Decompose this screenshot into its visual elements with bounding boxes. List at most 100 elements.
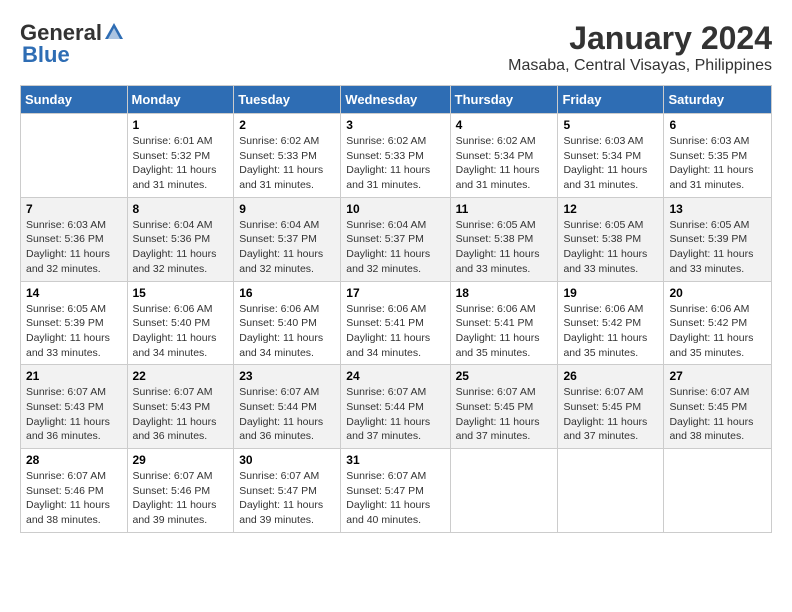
day-number: 24 <box>346 369 444 383</box>
day-number: 17 <box>346 286 444 300</box>
day-cell: 11 Sunrise: 6:05 AM Sunset: 5:38 PM Dayli… <box>450 197 558 281</box>
day-number: 20 <box>669 286 766 300</box>
col-header-wednesday: Wednesday <box>341 86 450 114</box>
col-header-thursday: Thursday <box>450 86 558 114</box>
day-info: Sunrise: 6:07 AM Sunset: 5:47 PM Dayligh… <box>346 469 444 528</box>
day-cell: 4 Sunrise: 6:02 AM Sunset: 5:34 PM Daylig… <box>450 114 558 198</box>
day-cell: 30Sunrise: 6:07 AM Sunset: 5:47 PM Dayli… <box>234 449 341 533</box>
day-cell: 12 Sunrise: 6:05 AM Sunset: 5:38 PM Dayli… <box>558 197 664 281</box>
day-info: Sunrise: 6:06 AM Sunset: 5:42 PM Dayligh… <box>563 302 658 361</box>
day-cell <box>450 449 558 533</box>
col-header-saturday: Saturday <box>664 86 772 114</box>
day-cell: 16Sunrise: 6:06 AM Sunset: 5:40 PM Dayli… <box>234 281 341 365</box>
day-info: Sunrise: 6:01 AM Sunset: 5:32 PM Dayligh… <box>133 134 229 193</box>
day-cell: 24 Sunrise: 6:07 AM Sunset: 5:44 PM Dayli… <box>341 365 450 449</box>
day-cell: 26 Sunrise: 6:07 AM Sunset: 5:45 PM Dayli… <box>558 365 664 449</box>
day-cell: 18 Sunrise: 6:06 AM Sunset: 5:41 PM Dayli… <box>450 281 558 365</box>
day-cell: 20Sunrise: 6:06 AM Sunset: 5:42 PM Dayli… <box>664 281 772 365</box>
day-cell: 14Sunrise: 6:05 AM Sunset: 5:39 PM Dayli… <box>21 281 128 365</box>
day-number: 4 <box>456 118 553 132</box>
day-number: 12 <box>563 202 658 216</box>
day-number: 18 <box>456 286 553 300</box>
week-row-2: 7Sunrise: 6:03 AM Sunset: 5:36 PM Daylig… <box>21 197 772 281</box>
day-info: Sunrise: 6:03 AM Sunset: 5:35 PM Dayligh… <box>669 134 766 193</box>
week-row-4: 21 Sunrise: 6:07 AM Sunset: 5:43 PM Dayli… <box>21 365 772 449</box>
day-cell: 29 Sunrise: 6:07 AM Sunset: 5:46 PM Dayli… <box>127 449 234 533</box>
day-info: Sunrise: 6:07 AM Sunset: 5:43 PM Dayligh… <box>133 385 229 444</box>
day-info: Sunrise: 6:07 AM Sunset: 5:46 PM Dayligh… <box>133 469 229 528</box>
day-number: 29 <box>133 453 229 467</box>
day-cell: 25 Sunrise: 6:07 AM Sunset: 5:45 PM Dayli… <box>450 365 558 449</box>
day-cell: 27 Sunrise: 6:07 AM Sunset: 5:45 PM Dayli… <box>664 365 772 449</box>
day-info: Sunrise: 6:05 AM Sunset: 5:38 PM Dayligh… <box>563 218 658 277</box>
day-cell: 5Sunrise: 6:03 AM Sunset: 5:34 PM Daylig… <box>558 114 664 198</box>
day-info: Sunrise: 6:06 AM Sunset: 5:40 PM Dayligh… <box>239 302 335 361</box>
day-cell: 10 Sunrise: 6:04 AM Sunset: 5:37 PM Dayli… <box>341 197 450 281</box>
logo-icon <box>103 21 125 43</box>
day-number: 5 <box>563 118 658 132</box>
day-info: Sunrise: 6:05 AM Sunset: 5:38 PM Dayligh… <box>456 218 553 277</box>
day-cell: 22Sunrise: 6:07 AM Sunset: 5:43 PM Dayli… <box>127 365 234 449</box>
day-info: Sunrise: 6:07 AM Sunset: 5:45 PM Dayligh… <box>669 385 766 444</box>
day-info: Sunrise: 6:02 AM Sunset: 5:33 PM Dayligh… <box>239 134 335 193</box>
day-cell <box>664 449 772 533</box>
day-info: Sunrise: 6:05 AM Sunset: 5:39 PM Dayligh… <box>669 218 766 277</box>
day-info: Sunrise: 6:02 AM Sunset: 5:34 PM Dayligh… <box>456 134 553 193</box>
day-number: 15 <box>133 286 229 300</box>
day-info: Sunrise: 6:07 AM Sunset: 5:44 PM Dayligh… <box>239 385 335 444</box>
header-row: SundayMondayTuesdayWednesdayThursdayFrid… <box>21 86 772 114</box>
day-info: Sunrise: 6:07 AM Sunset: 5:44 PM Dayligh… <box>346 385 444 444</box>
day-number: 23 <box>239 369 335 383</box>
day-number: 28 <box>26 453 122 467</box>
day-cell: 6 Sunrise: 6:03 AM Sunset: 5:35 PM Daylig… <box>664 114 772 198</box>
day-number: 26 <box>563 369 658 383</box>
week-row-3: 14Sunrise: 6:05 AM Sunset: 5:39 PM Dayli… <box>21 281 772 365</box>
page-subtitle: Masaba, Central Visayas, Philippines <box>508 57 772 75</box>
day-cell: 17 Sunrise: 6:06 AM Sunset: 5:41 PM Dayli… <box>341 281 450 365</box>
day-info: Sunrise: 6:07 AM Sunset: 5:45 PM Dayligh… <box>456 385 553 444</box>
day-info: Sunrise: 6:07 AM Sunset: 5:47 PM Dayligh… <box>239 469 335 528</box>
day-number: 9 <box>239 202 335 216</box>
day-info: Sunrise: 6:06 AM Sunset: 5:40 PM Dayligh… <box>133 302 229 361</box>
title-block: January 2024 Masaba, Central Visayas, Ph… <box>508 20 772 75</box>
day-info: Sunrise: 6:04 AM Sunset: 5:37 PM Dayligh… <box>346 218 444 277</box>
day-cell: 9 Sunrise: 6:04 AM Sunset: 5:37 PM Daylig… <box>234 197 341 281</box>
week-row-5: 28 Sunrise: 6:07 AM Sunset: 5:46 PM Dayli… <box>21 449 772 533</box>
day-info: Sunrise: 6:05 AM Sunset: 5:39 PM Dayligh… <box>26 302 122 361</box>
logo-blue: Blue <box>22 42 70 68</box>
day-cell: 21 Sunrise: 6:07 AM Sunset: 5:43 PM Dayli… <box>21 365 128 449</box>
day-number: 25 <box>456 369 553 383</box>
day-info: Sunrise: 6:06 AM Sunset: 5:41 PM Dayligh… <box>456 302 553 361</box>
day-cell: 15 Sunrise: 6:06 AM Sunset: 5:40 PM Dayli… <box>127 281 234 365</box>
day-number: 21 <box>26 369 122 383</box>
day-number: 6 <box>669 118 766 132</box>
day-info: Sunrise: 6:07 AM Sunset: 5:45 PM Dayligh… <box>563 385 658 444</box>
day-info: Sunrise: 6:03 AM Sunset: 5:36 PM Dayligh… <box>26 218 122 277</box>
day-number: 19 <box>563 286 658 300</box>
day-number: 3 <box>346 118 444 132</box>
day-number: 27 <box>669 369 766 383</box>
day-number: 8 <box>133 202 229 216</box>
day-number: 1 <box>133 118 229 132</box>
day-number: 31 <box>346 453 444 467</box>
day-number: 11 <box>456 202 553 216</box>
page-header: General Blue January 2024 Masaba, Centra… <box>20 20 772 75</box>
day-cell: 2Sunrise: 6:02 AM Sunset: 5:33 PM Daylig… <box>234 114 341 198</box>
day-cell: 28 Sunrise: 6:07 AM Sunset: 5:46 PM Dayli… <box>21 449 128 533</box>
day-cell: 13 Sunrise: 6:05 AM Sunset: 5:39 PM Dayli… <box>664 197 772 281</box>
calendar-table: SundayMondayTuesdayWednesdayThursdayFrid… <box>20 85 772 533</box>
logo: General Blue <box>20 20 125 68</box>
day-info: Sunrise: 6:07 AM Sunset: 5:46 PM Dayligh… <box>26 469 122 528</box>
day-info: Sunrise: 6:04 AM Sunset: 5:37 PM Dayligh… <box>239 218 335 277</box>
day-cell: 1 Sunrise: 6:01 AM Sunset: 5:32 PM Daylig… <box>127 114 234 198</box>
day-number: 13 <box>669 202 766 216</box>
day-info: Sunrise: 6:06 AM Sunset: 5:41 PM Dayligh… <box>346 302 444 361</box>
col-header-friday: Friday <box>558 86 664 114</box>
day-number: 10 <box>346 202 444 216</box>
day-cell <box>558 449 664 533</box>
day-cell: 19 Sunrise: 6:06 AM Sunset: 5:42 PM Dayli… <box>558 281 664 365</box>
day-info: Sunrise: 6:02 AM Sunset: 5:33 PM Dayligh… <box>346 134 444 193</box>
day-info: Sunrise: 6:07 AM Sunset: 5:43 PM Dayligh… <box>26 385 122 444</box>
page-title: January 2024 <box>508 20 772 57</box>
day-cell: 3 Sunrise: 6:02 AM Sunset: 5:33 PM Daylig… <box>341 114 450 198</box>
